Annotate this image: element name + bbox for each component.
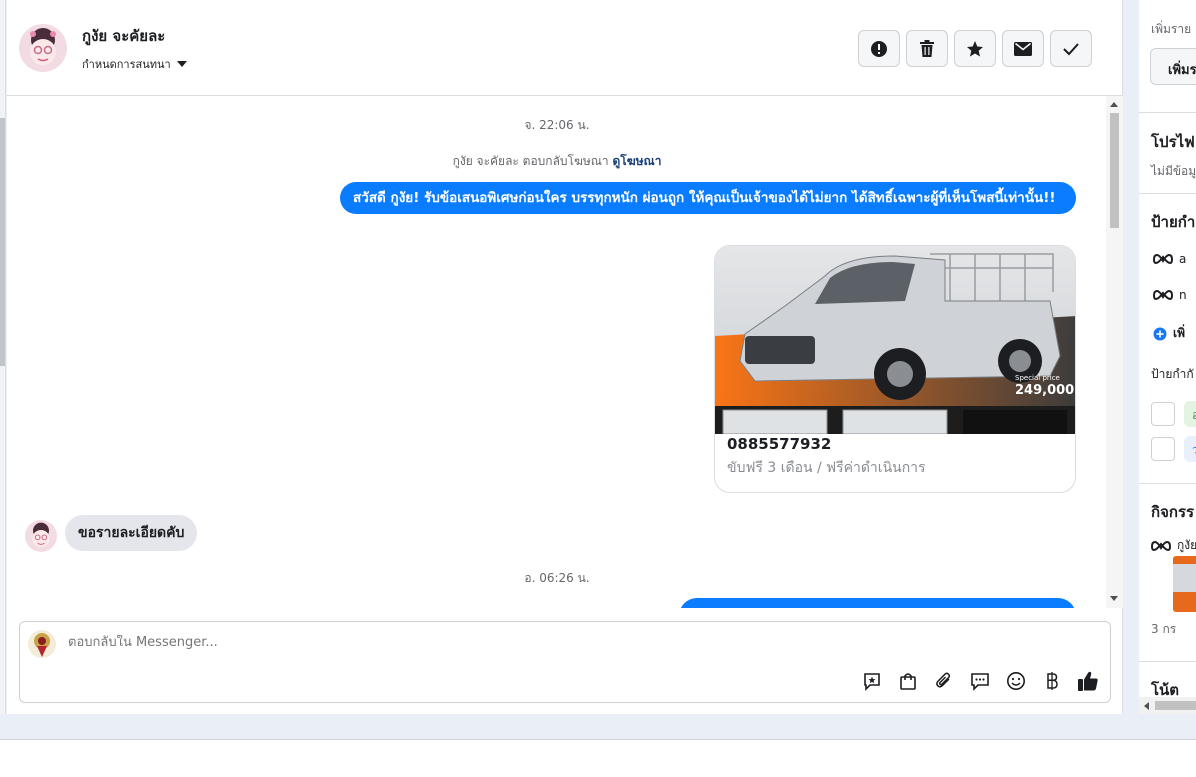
contact-avatar-small (25, 520, 57, 552)
report-icon (871, 40, 887, 57)
add-label-text: เพิ่ (1173, 326, 1186, 340)
timestamp: อ. 06:26 น. (524, 571, 590, 585)
mark-done-button[interactable] (1050, 30, 1092, 67)
ad-price-tag: 249,000. (1015, 383, 1076, 398)
like-button[interactable] (1077, 670, 1099, 692)
reply-input[interactable] (68, 635, 868, 650)
message-composer (19, 621, 1111, 703)
divider (1139, 112, 1196, 113)
incoming-message[interactable]: ขอรายละเอียดคับ (65, 515, 198, 551)
ad-card[interactable]: Special price 249,000. 0885577932 ขับฟรี… (714, 245, 1076, 493)
label-pill: อ (1184, 401, 1196, 427)
emoji-icon (1007, 672, 1025, 690)
conversation-settings-label: กำหนดการสนทนา (82, 58, 171, 71)
trash-icon (920, 39, 934, 57)
check-icon (1063, 42, 1079, 55)
divider (1139, 483, 1196, 484)
outgoing-message[interactable]: สวัสดี กูงัย! รับข้อเสนอพิเศษก่อนใคร บรร… (340, 182, 1076, 214)
ad-special-label: Special price (1015, 374, 1060, 382)
contact-details-panel: เพิ่มราย เพิ่มร โปรไฟ ไม่มีข้อมูล ป้ายกำ… (1139, 0, 1196, 714)
ad-card-subtitle: ขับฟรี 3 เดือน / ฟรีค่าดำเนินการ (727, 460, 926, 476)
label-checkbox[interactable] (1151, 402, 1175, 426)
quick-reply-icon (971, 673, 989, 691)
meta-icon (1151, 540, 1171, 551)
labels-subtitle: ป้ายกำกั (1151, 367, 1194, 381)
label-checkbox[interactable] (1151, 437, 1175, 461)
outgoing-message-partial[interactable] (679, 598, 1076, 608)
contact-avatar[interactable] (19, 24, 67, 72)
conversation-header: กูงัย จะคัยละ กำหนดการสนทนา (7, 0, 1123, 96)
label-pill: ว (1184, 436, 1196, 462)
no-data-text: ไม่มีข้อมูล (1151, 164, 1196, 178)
scrollbar-thumb[interactable] (1155, 701, 1196, 710)
divider (1139, 661, 1196, 662)
activity-ad-thumbnail[interactable] (1173, 556, 1196, 612)
attach-button[interactable] (933, 670, 955, 692)
meta-icon (1153, 253, 1173, 265)
like-icon (1078, 671, 1098, 691)
meta-label-row[interactable]: n (1153, 288, 1187, 302)
star-button[interactable] (954, 30, 996, 67)
meta-icon (1153, 289, 1173, 301)
page: กูงัย จะคัยละ กำหนดการสนทนา จ. 22:06 น. … (0, 0, 1196, 777)
baht-icon (1047, 672, 1058, 690)
side-horizontal-scrollbar[interactable] (1139, 697, 1196, 714)
meta-label-row[interactable]: a (1153, 252, 1186, 266)
delete-button[interactable] (906, 30, 948, 67)
scrollbar-thumb[interactable] (0, 118, 5, 366)
conversation-settings-dropdown[interactable]: กำหนดการสนทนา (82, 55, 187, 73)
inbox-list-scrollbar[interactable] (0, 0, 6, 714)
add-details-hint: เพิ่มราย (1151, 22, 1192, 36)
quick-reply-button[interactable] (969, 670, 991, 692)
shop-bag-icon (900, 673, 916, 690)
meta-label-text: a (1179, 252, 1187, 266)
ad-reply-notice: กูงัย จะคัยละ ตอบกลับโฆษณา ดูโฆษณา (7, 152, 1107, 171)
ad-card-title: 0885577932 (727, 435, 832, 453)
message-thread: จ. 22:06 น. กูงัย จะคัยละ ตอบกลับโฆษณา ด… (7, 96, 1123, 608)
emoji-button[interactable] (1005, 670, 1027, 692)
mark-unread-button[interactable] (1002, 30, 1044, 67)
chevron-down-icon (176, 61, 187, 67)
divider (1139, 193, 1196, 194)
conversation-panel: กูงัย จะคัยละ กำหนดการสนทนา จ. 22:06 น. … (7, 0, 1123, 714)
scroll-left-icon[interactable] (1144, 702, 1149, 710)
activity-name: กูงัย (1177, 538, 1196, 552)
thread-scrollbar[interactable] (1106, 96, 1123, 608)
page-avatar (28, 630, 56, 658)
bottom-divider (0, 739, 1196, 740)
attach-icon (936, 672, 951, 688)
add-label-button[interactable]: เพิ่ (1153, 324, 1185, 343)
mail-icon (1014, 41, 1032, 56)
report-button[interactable] (858, 30, 900, 67)
profile-section-title: โปรไฟ (1151, 133, 1195, 151)
ad-card-image: Special price 249,000. (715, 246, 1076, 434)
payment-button[interactable] (1041, 670, 1063, 692)
labels-section-title: ป้ายกำ (1151, 213, 1196, 231)
scroll-up-icon[interactable] (1110, 102, 1118, 107)
saved-reply-icon (864, 673, 880, 691)
contact-name[interactable]: กูงัย จะคัยละ (82, 24, 165, 48)
meta-label-text: n (1179, 288, 1187, 302)
star-icon (967, 40, 983, 56)
activity-section-title: กิจกรร (1151, 503, 1195, 521)
shop-button[interactable] (897, 670, 919, 692)
ad-reply-text: กูงัย จะคัยละ ตอบกลับโฆษณา (452, 154, 609, 168)
plus-circle-icon (1153, 327, 1167, 340)
activity-row: กูงัย (1151, 536, 1196, 555)
scrollbar-thumb[interactable] (1110, 113, 1119, 228)
timestamp: จ. 22:06 น. (524, 118, 590, 132)
add-details-button[interactable]: เพิ่มร (1150, 48, 1196, 85)
activity-date: 3 กร (1151, 622, 1177, 636)
saved-reply-button[interactable] (861, 670, 883, 692)
view-ad-link[interactable]: ดูโฆษณา (613, 154, 662, 168)
scroll-down-icon[interactable] (1110, 596, 1118, 601)
